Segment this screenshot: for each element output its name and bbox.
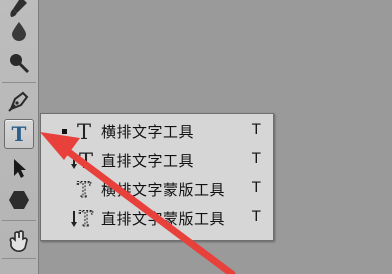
svg-text:T: T (77, 120, 91, 142)
menu-item-vertical-type-tool[interactable]: T 直排文字工具 T (41, 146, 273, 174)
toolbar-divider (2, 258, 36, 259)
menu-item-horizontal-type-tool[interactable]: T 横排文字工具 T (41, 117, 273, 145)
menu-item-label: 直排文字工具 (101, 152, 195, 170)
menu-item-label: 横排文字工具 (101, 123, 195, 141)
menu-item-label: 横排文字蒙版工具 (101, 181, 226, 199)
toolbar-divider (2, 82, 36, 83)
tools-panel: T (0, 0, 39, 274)
svg-text:T: T (79, 207, 93, 229)
selected-bullet-icon (62, 129, 67, 134)
blur-icon[interactable] (4, 16, 34, 46)
menu-item-label: 直排文字蒙版工具 (101, 210, 226, 228)
dodge-icon[interactable] (4, 48, 34, 78)
pen-icon[interactable] (4, 86, 34, 116)
menu-item-vertical-type-mask-tool[interactable]: T 直排文字蒙版工具 T (41, 204, 273, 232)
toolbar-divider (2, 220, 36, 221)
menu-item-shortcut: T (252, 180, 261, 196)
svg-text:T: T (12, 123, 27, 145)
vertical-type-mask-icon: T (71, 207, 94, 229)
menu-item-shortcut: T (252, 209, 261, 225)
vertical-type-icon: T (71, 149, 93, 171)
menu-item-shortcut: T (252, 151, 261, 167)
hand-icon[interactable] (4, 226, 34, 256)
text-tool-icon: T (12, 123, 27, 145)
type-tool-flyout-menu: T 横排文字工具 T T 直排文字工具 T T 横排文字蒙版工具 T T 直排文… (40, 113, 274, 241)
horizontal-type-icon: T (77, 120, 91, 142)
path-selection-icon[interactable] (4, 153, 34, 183)
shape-icon[interactable] (4, 185, 34, 215)
text-tool-button[interactable]: T (4, 119, 34, 149)
svg-text:T: T (77, 178, 91, 200)
svg-text:T: T (79, 149, 93, 171)
horizontal-type-mask-icon: T (76, 178, 91, 200)
menu-item-shortcut: T (252, 122, 261, 138)
menu-item-horizontal-type-mask-tool[interactable]: T 横排文字蒙版工具 T (41, 175, 273, 203)
